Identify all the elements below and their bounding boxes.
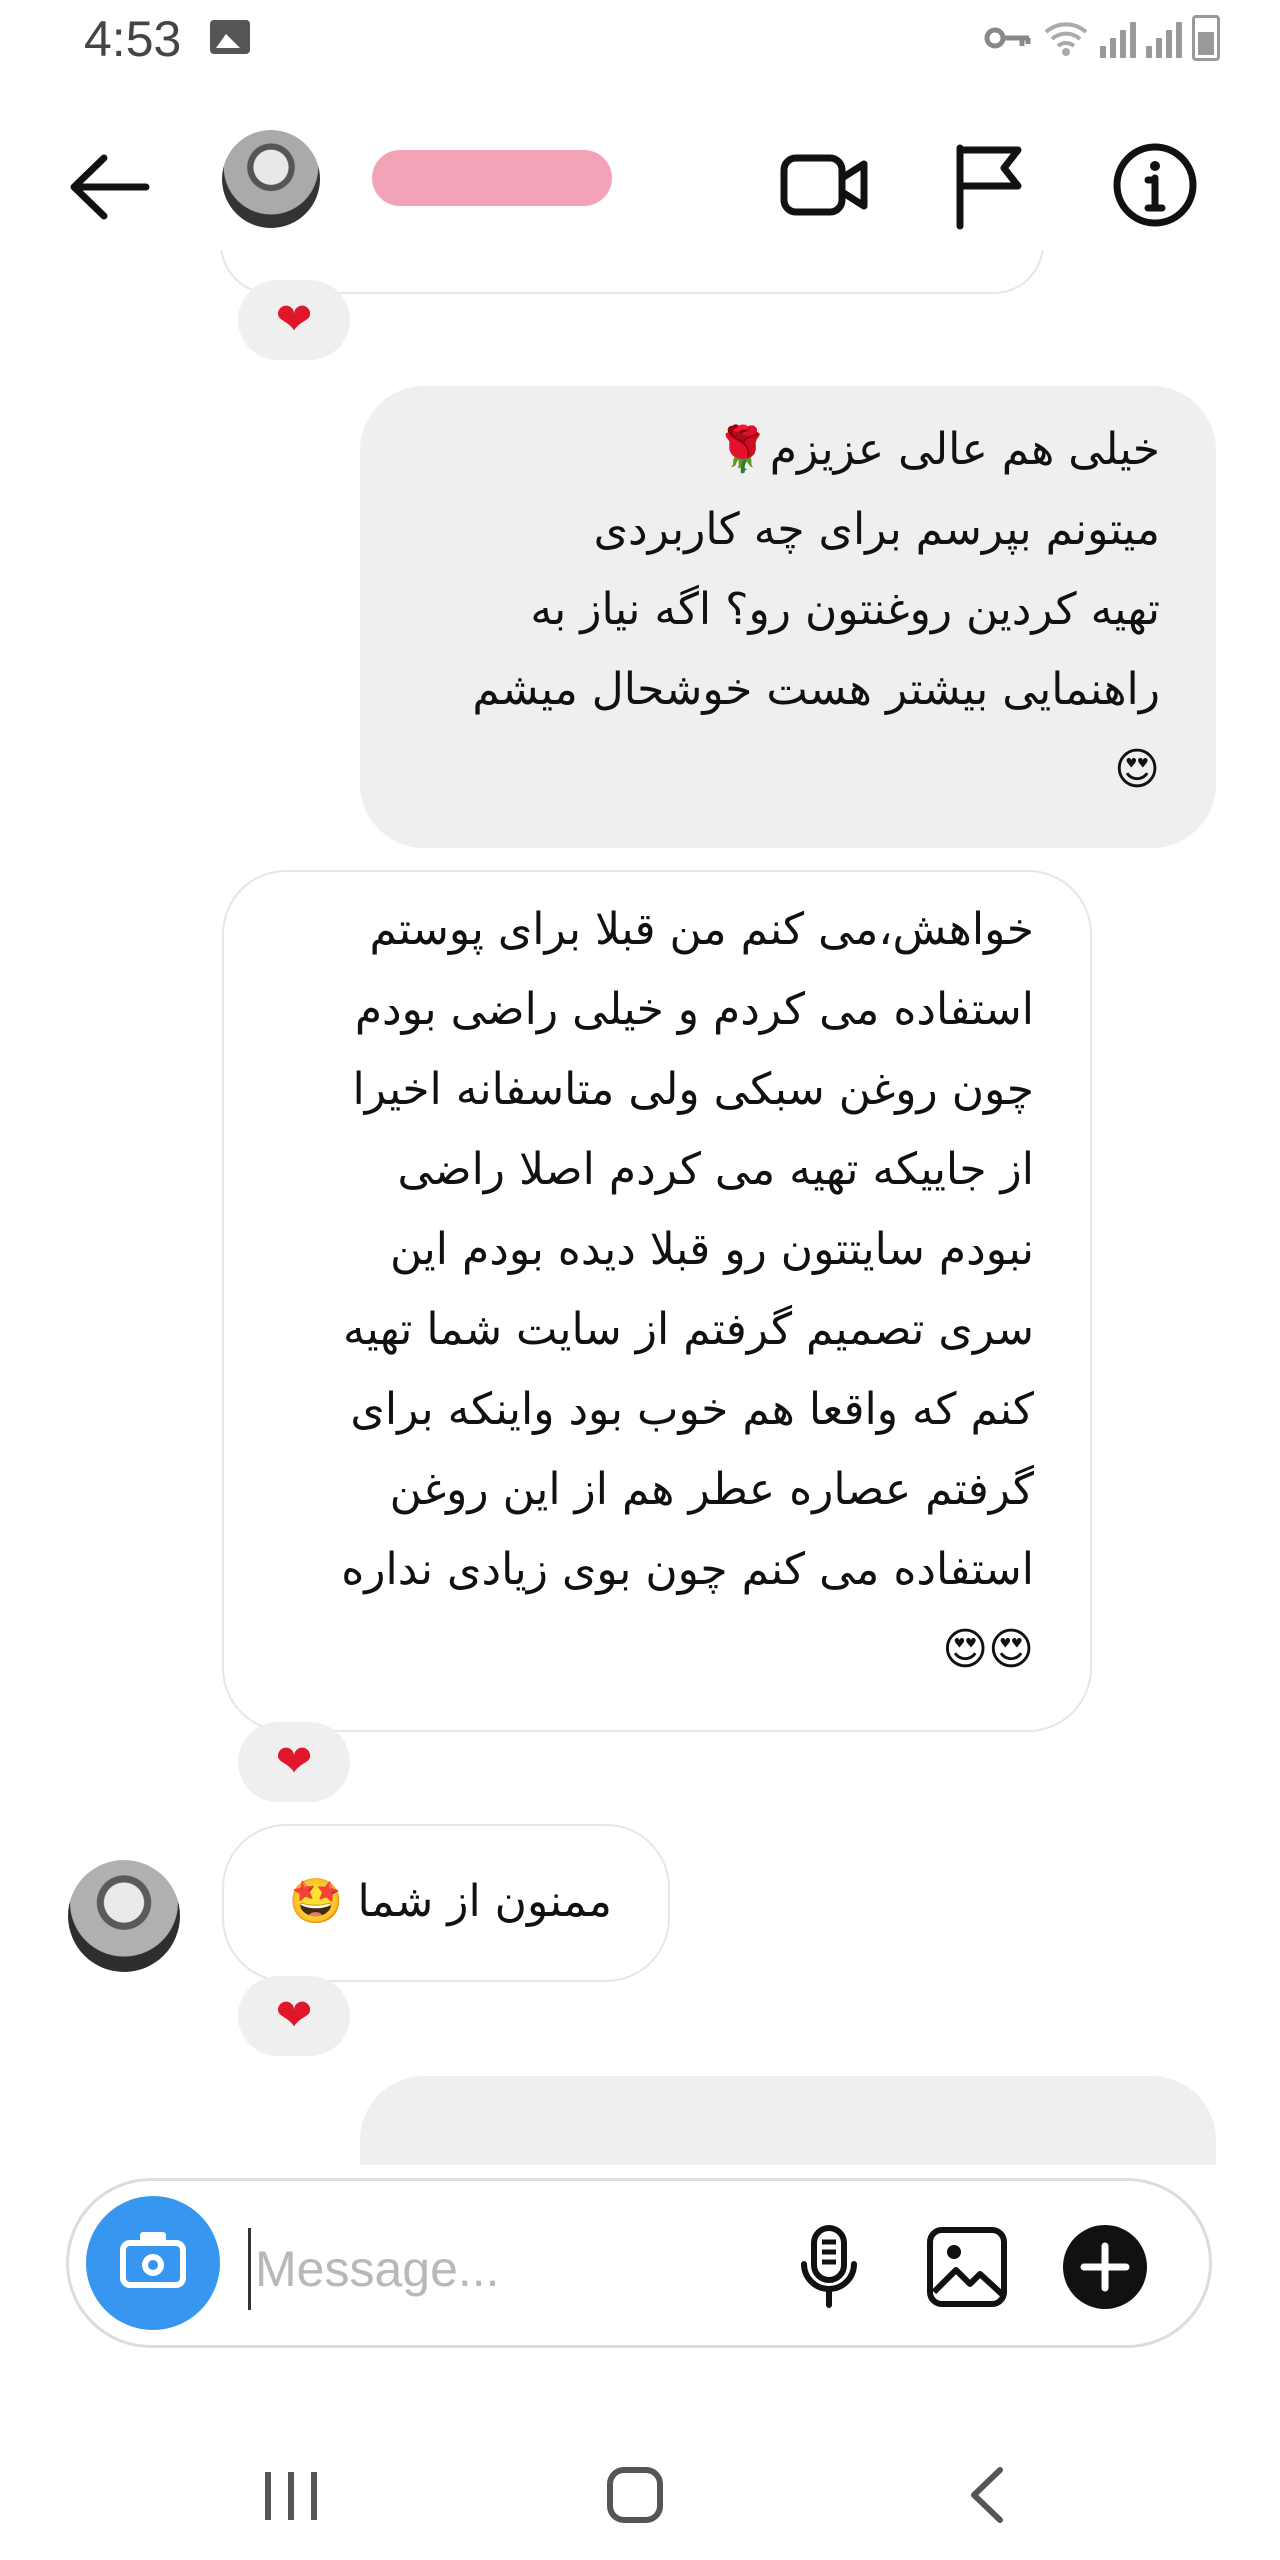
message-reaction[interactable]: ❤ [238, 1976, 350, 2056]
message-text: ممنون از شما 🤩 [288, 1876, 612, 1927]
info-icon[interactable] [1110, 140, 1200, 230]
message-reaction[interactable]: ❤ [238, 1722, 350, 1802]
message-line: استفاده می کنم چون بوی زیادی نداره [341, 1544, 1034, 1595]
previous-message-bubble [220, 250, 1044, 294]
signal-icon [1146, 18, 1182, 58]
wifi-icon [1044, 22, 1088, 56]
microphone-icon[interactable] [784, 2222, 874, 2312]
message-line: چون روغن سبکی ولی متاسفانه اخیرا [352, 1064, 1034, 1115]
message-bubble-outgoing[interactable]: خیلی هم عالی عزیزم🌹 میتونم بپرسم برای چه… [360, 386, 1216, 848]
gallery-icon[interactable] [922, 2222, 1012, 2312]
recent-apps-icon[interactable] [246, 2450, 336, 2540]
back-nav-icon[interactable] [944, 2450, 1034, 2540]
message-line: خواهش،می کنم من قبلا برای پوستم [369, 904, 1034, 955]
message-input[interactable] [248, 2228, 777, 2310]
heart-reaction-icon: ❤ [275, 1990, 313, 2041]
message-line: گرفتم عصاره عطر هم از این روغن [389, 1464, 1034, 1515]
battery-icon [1192, 15, 1220, 61]
back-arrow-icon[interactable] [66, 150, 152, 224]
sender-avatar[interactable] [68, 1860, 180, 1972]
message-line: نبودم سایتتون رو قبلا دیده بودم این [390, 1224, 1034, 1275]
message-line: سری تصمیم گرفتم از سایت شما تهیه [342, 1304, 1034, 1355]
message-line: میتونم بپرسم برای چه کاربردی [593, 504, 1160, 555]
message-line: تهیه کردین روغنتون رو؟ اگه نیاز به [530, 584, 1160, 635]
message-line: 😍😍 [942, 1624, 1034, 1675]
vpn-key-icon [984, 27, 1031, 49]
message-thread[interactable]: ❤ خیلی هم عالی عزیزم🌹 میتونم بپرسم برای … [0, 250, 1280, 2165]
image-notification-icon [210, 20, 250, 54]
video-call-icon[interactable] [780, 140, 870, 230]
message-line: استفاده می کردم و خیلی راضی بودم [354, 984, 1034, 1035]
message-bubble-incoming[interactable]: ممنون از شما 🤩 [222, 1824, 670, 1982]
flag-icon[interactable] [946, 140, 1036, 230]
signal-icon [1100, 18, 1136, 58]
message-reaction[interactable]: ❤ [238, 280, 350, 360]
home-icon[interactable] [590, 2450, 680, 2540]
status-icons [984, 14, 1220, 62]
message-line: راهنمایی بیشتر هست خوشحال میشم [472, 664, 1160, 715]
heart-reaction-icon: ❤ [275, 1736, 313, 1787]
redacted-username [372, 150, 612, 206]
status-time: 4:53 [84, 11, 182, 67]
heart-reaction-icon: ❤ [275, 294, 313, 345]
message-line: 😍 [1114, 744, 1160, 795]
camera-button[interactable] [86, 2196, 220, 2330]
message-line: از جاییکه تهیه می کردم اصلا راضی [397, 1144, 1034, 1195]
camera-icon [120, 2232, 186, 2288]
message-bubble-incoming[interactable]: خواهش،می کنم من قبلا برای پوستم استفاده … [222, 870, 1092, 1732]
add-button[interactable] [1060, 2222, 1150, 2312]
message-line: خیلی هم عالی عزیزم🌹 [715, 424, 1160, 475]
message-bubble-outgoing-partial[interactable] [360, 2076, 1216, 2165]
message-line: کنم که واقعا هم خوب بود واینکه برای [350, 1384, 1034, 1435]
header-avatar[interactable] [222, 130, 320, 228]
